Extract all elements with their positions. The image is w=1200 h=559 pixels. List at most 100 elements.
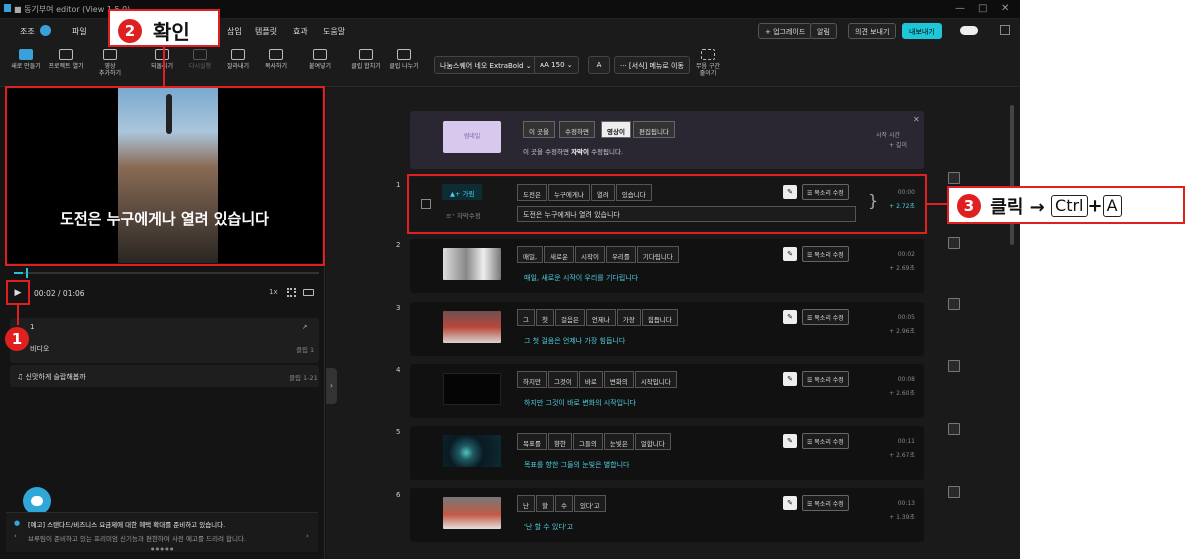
word-chip[interactable]: 그것이 (547, 371, 578, 388)
open-external-icon[interactable]: ↗ (302, 323, 307, 331)
clip-subtitle[interactable]: 매일, 새로운 시작이 우리를 기다립니다 (524, 273, 638, 283)
clip-row[interactable]: 난 할 수 있다'고 '난 할 수 있다'고 ✎ ☰ 목소리 수정 00:13 + 1… (410, 488, 924, 542)
font-size-select[interactable]: ᴀA 150 ⌄ (534, 56, 579, 74)
speed-button[interactable]: 1x (269, 288, 278, 296)
word-chip[interactable]: 변화의 (603, 371, 634, 388)
menu-user[interactable]: 조조 (20, 26, 35, 37)
new-button[interactable]: 새로 만들기 (6, 49, 46, 70)
side-marker-icon[interactable] (948, 486, 960, 498)
word-chip[interactable]: 할 (535, 495, 554, 512)
word-chip[interactable]: 우리를 (605, 246, 636, 263)
avatar[interactable] (40, 25, 51, 36)
pencil-icon[interactable]: ✎ (783, 310, 797, 324)
clip-row[interactable]: 그 첫 걸음은 언제나 가장 힘듭니다 그 첫 걸음은 언제나 가장 힘듭니다 ✎ ☰ 목… (410, 302, 924, 356)
voice-edit-button[interactable]: ☰ 목소리 수정 (802, 246, 849, 262)
word-chip[interactable]: 그들의 (572, 433, 603, 450)
pencil-icon[interactable]: ✎ (783, 496, 797, 510)
menu-help[interactable]: 도움말 (323, 26, 345, 37)
side-marker-icon[interactable] (948, 237, 960, 249)
upgrade-button[interactable]: + 업그레이드 (758, 23, 813, 39)
close-icon[interactable]: ✕ (913, 115, 920, 124)
voice-edit-button[interactable]: ☰ 목소리 수정 (802, 309, 849, 325)
export-button[interactable]: 내보내기 (902, 23, 942, 39)
clip-row[interactable]: 하지만 그것이 바로 변화의 시작입니다 하지만 그것이 바로 변화의 시작입니다 ✎ … (410, 364, 924, 418)
word-chip[interactable]: 있다'고 (573, 495, 606, 512)
menu-effects[interactable]: 효과 (293, 26, 308, 37)
clip-subtitle[interactable]: 그 첫 걸음은 언제나 가장 힘듭니다 (524, 336, 625, 346)
undo-button[interactable]: 되돌리기 (142, 49, 182, 70)
chat-button[interactable] (23, 487, 51, 515)
notice-pager[interactable]: ● ● ● ● ● (151, 546, 174, 551)
expand-icon[interactable] (1000, 25, 1010, 35)
silence-reduce-button[interactable]: 무음 구간 줄이기 (688, 49, 728, 77)
notice-prev-icon[interactable]: ‹ (14, 532, 17, 540)
clip-row[interactable]: 목표를 향한 그들의 눈빛은 얼합니다 목표를 향한 그들의 눈빛은 별합니다 ✎ ☰ … (410, 426, 924, 480)
word-chip[interactable]: 하지만 (517, 371, 547, 388)
clip-subtitle[interactable]: 목표를 향한 그들의 눈빛은 별합니다 (524, 460, 630, 470)
word-chip[interactable]: 새로운 (544, 246, 574, 263)
clip-subtitle[interactable]: '난 할 수 있다'고 (524, 522, 573, 532)
caption-icon[interactable] (303, 289, 314, 296)
word-chip[interactable]: 가장 (616, 309, 641, 326)
playhead-handle[interactable] (26, 268, 28, 278)
notice-next-icon[interactable]: › (306, 532, 309, 540)
scrollbar[interactable] (1010, 105, 1014, 245)
pencil-icon[interactable]: ✎ (783, 247, 797, 261)
copy-button[interactable]: 복사하기 (256, 49, 296, 70)
format-menu-button[interactable]: ··· [서식] 메뉴로 이동 (614, 56, 690, 74)
pencil-icon[interactable]: ✎ (783, 372, 797, 386)
menu-template[interactable]: 템플릿 (255, 26, 277, 37)
menu-insert[interactable]: 삽입 (227, 26, 242, 37)
guide-text-bold: 자막이 (571, 148, 590, 156)
word-chip[interactable]: 매일, (517, 246, 544, 263)
word-chip[interactable]: 수 (554, 495, 573, 512)
maximize-button[interactable]: □ (978, 3, 987, 14)
redo-button[interactable]: 다시실행 (180, 49, 220, 70)
merge-clips-button[interactable]: 클립 합치기 (346, 49, 386, 70)
clip-subtitle[interactable]: 하지만 그것이 바로 변화의 시작입니다 (524, 398, 636, 408)
split-clips-button[interactable]: 클립 나누기 (384, 49, 424, 70)
side-marker-icon[interactable] (948, 360, 960, 372)
minimize-button[interactable]: — (955, 3, 965, 14)
open-project-button[interactable]: 프로젝트 열기 (46, 49, 86, 70)
word-chip[interactable]: 그 (517, 309, 535, 326)
feedback-button[interactable]: 의견 보내기 (848, 23, 897, 39)
word-chip[interactable]: 목표를 (517, 433, 547, 450)
word-chip[interactable]: 시작입니다 (634, 371, 677, 388)
word-chip[interactable]: 향한 (547, 433, 572, 450)
grid-icon[interactable] (287, 288, 296, 297)
pencil-icon[interactable]: ✎ (783, 434, 797, 448)
word-chip[interactable]: 시작이 (574, 246, 605, 263)
word-chip[interactable]: 바로 (578, 371, 603, 388)
word-chip[interactable]: 언제나 (585, 309, 616, 326)
word-chip[interactable]: 얼합니다 (634, 433, 671, 450)
word-chip[interactable]: 첫 (535, 309, 554, 326)
side-marker-icon[interactable] (948, 172, 960, 184)
word-chip[interactable]: 기다립니다 (636, 246, 679, 263)
theme-toggle[interactable] (960, 26, 978, 35)
font-family-select[interactable]: 나눔스퀘어 네오 ExtraBold ⌄ (434, 56, 538, 74)
word-chip[interactable]: 난 (517, 495, 535, 512)
side-marker-icon[interactable] (948, 298, 960, 310)
menu-file[interactable]: 파일 (72, 26, 87, 37)
panel-collapse-button[interactable]: › (326, 368, 337, 404)
word-chip[interactable]: 걸음은 (554, 309, 585, 326)
word-chip[interactable]: 힘듭니다 (641, 309, 678, 326)
side-marker-icon[interactable] (948, 423, 960, 435)
voice-edit-button[interactable]: ☰ 목소리 수정 (802, 433, 849, 449)
seek-bar[interactable] (14, 272, 319, 274)
text-color-button[interactable]: A (588, 56, 610, 74)
cut-button[interactable]: 잘라내기 (218, 49, 258, 70)
voice-edit-button[interactable]: ☰ 목소리 수정 (802, 371, 849, 387)
tool-label: 되돌리기 (150, 63, 174, 70)
voice-edit-button[interactable]: ☰ 목소리 수정 (802, 495, 849, 511)
word-chip[interactable]: 눈빛은 (603, 433, 634, 450)
clip-row[interactable]: 매일, 새로운 시작이 우리를 기다립니다 매일, 새로운 시작이 우리를 기다립니다 … (410, 239, 924, 293)
total-time: 01:06 (62, 289, 85, 298)
tool-label: 무음 구간 줄이기 (696, 63, 720, 78)
notice-bar[interactable]: ● [예고] 스탠다드/비즈니스 요금제에 대한 혜택 확대를 준비하고 있습니… (6, 512, 318, 552)
close-window-button[interactable]: ✕ (1001, 3, 1009, 14)
add-video-button[interactable]: 영상 추가하기 (90, 49, 130, 77)
paste-button[interactable]: 붙여넣기 (300, 49, 340, 70)
alarm-button[interactable]: 알림 (810, 23, 837, 39)
